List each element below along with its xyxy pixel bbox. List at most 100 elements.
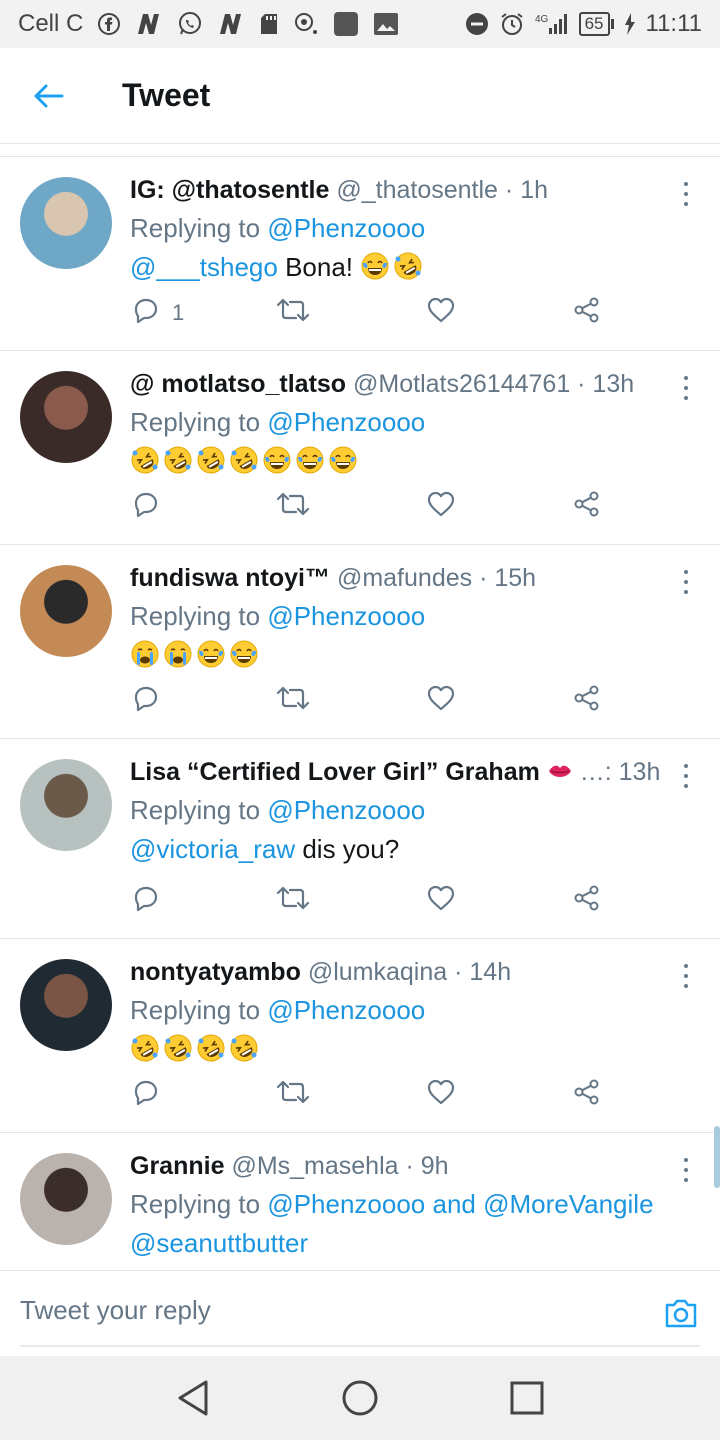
reply-button[interactable] bbox=[132, 1078, 172, 1112]
like-button[interactable] bbox=[426, 490, 456, 524]
tweet-body: @___tshego Bona! bbox=[130, 247, 660, 287]
share-icon bbox=[573, 884, 601, 918]
display-name[interactable]: Lisa “Certified Lover Girl” Graham bbox=[130, 758, 540, 786]
sob-emoji-icon bbox=[131, 640, 159, 668]
reply-input[interactable]: Tweet your reply bbox=[20, 1295, 211, 1326]
tweet-reply[interactable]: Lisa “Certified Lover Girl” Graham …: 13… bbox=[0, 739, 720, 939]
n-app-icon-2 bbox=[217, 12, 245, 36]
more-options-button[interactable] bbox=[676, 961, 696, 991]
user-handle[interactable]: @Motlats26144761 bbox=[353, 370, 570, 398]
display-name[interactable]: nontyatyambo bbox=[130, 958, 301, 986]
reply-composer: Tweet your reply bbox=[0, 1270, 720, 1356]
tweet-reply[interactable]: nontyatyambo @lumkaqina · 14h Replying t… bbox=[0, 939, 720, 1133]
heart-icon bbox=[426, 296, 456, 330]
tweet-reply[interactable]: IG: @thatosentle @_thatosentle · 1h Repl… bbox=[0, 157, 720, 351]
replying-to-mention[interactable]: @Phenzoooo bbox=[267, 407, 425, 437]
tweet-header: nontyatyambo @lumkaqina · 14h bbox=[130, 958, 512, 986]
retweet-button[interactable] bbox=[276, 490, 310, 524]
tweet-actions: 1 bbox=[130, 296, 610, 330]
replying-to-mention[interactable]: @Phenzoooo bbox=[267, 995, 425, 1025]
user-handle[interactable]: @_thatosentle bbox=[336, 176, 498, 204]
reply-input-underline bbox=[20, 1345, 700, 1347]
reply-icon bbox=[132, 296, 160, 330]
avatar[interactable] bbox=[20, 1153, 112, 1245]
user-handle[interactable]: @Ms_masehla bbox=[231, 1152, 398, 1180]
retweet-button[interactable] bbox=[276, 296, 310, 330]
tweet-body: @seanuttbutter bbox=[130, 1223, 660, 1263]
rofl-emoji-icon bbox=[197, 446, 225, 474]
nav-recents-button[interactable] bbox=[497, 1368, 557, 1428]
replying-to: Replying to @Phenzoooo and @MoreVangile bbox=[130, 1189, 654, 1219]
body-mention[interactable]: @victoria_raw bbox=[130, 834, 295, 864]
retweet-button[interactable] bbox=[276, 884, 310, 918]
rofl-emoji-icon bbox=[230, 446, 258, 474]
tweet-header: IG: @thatosentle @_thatosentle · 1h bbox=[130, 176, 548, 204]
share-button[interactable] bbox=[573, 884, 601, 918]
reply-count: 1 bbox=[172, 300, 185, 325]
tweet-reply[interactable]: Grannie @Ms_masehla · 9h Replying to @Ph… bbox=[0, 1133, 720, 1270]
body-mention[interactable]: @___tshego bbox=[130, 252, 278, 282]
replies-feed[interactable]: IG: @thatosentle @_thatosentle · 1h Repl… bbox=[0, 157, 720, 1270]
replying-to-mention[interactable]: @Phenzoooo bbox=[267, 795, 425, 825]
tweet-header: fundiswa ntoyi™ @mafundes · 15h bbox=[130, 564, 537, 592]
retweet-button[interactable] bbox=[276, 684, 310, 718]
tweet-actions bbox=[130, 884, 610, 918]
replying-to: Replying to @Phenzoooo bbox=[130, 601, 426, 631]
sd-card-icon bbox=[259, 12, 279, 36]
facebook-icon bbox=[97, 12, 121, 36]
replying-to-mention[interactable]: @Phenzoooo bbox=[267, 601, 425, 631]
more-options-button[interactable] bbox=[676, 1155, 696, 1185]
more-options-button[interactable] bbox=[676, 567, 696, 597]
svg-text:4G: 4G bbox=[535, 14, 549, 25]
body-mention[interactable]: @seanuttbutter bbox=[130, 1228, 308, 1258]
replying-to: Replying to @Phenzoooo bbox=[130, 407, 426, 437]
more-options-button[interactable] bbox=[676, 761, 696, 791]
tweet-reply[interactable]: fundiswa ntoyi™ @mafundes · 15h Replying… bbox=[0, 545, 720, 739]
like-button[interactable] bbox=[426, 1078, 456, 1112]
replying-to-mention[interactable]: @Phenzoooo bbox=[267, 213, 425, 243]
heart-icon bbox=[426, 1078, 456, 1112]
like-button[interactable] bbox=[426, 684, 456, 718]
user-handle[interactable]: @lumkaqina bbox=[308, 958, 447, 986]
avatar[interactable] bbox=[20, 371, 112, 463]
nav-back-button[interactable] bbox=[163, 1368, 223, 1428]
like-button[interactable] bbox=[426, 296, 456, 330]
tweet-body bbox=[130, 1029, 660, 1069]
joy-emoji-icon bbox=[197, 640, 225, 668]
share-button[interactable] bbox=[573, 684, 601, 718]
display-name[interactable]: @ motlatso_tlatso bbox=[130, 370, 346, 398]
tweet-reply[interactable]: @ motlatso_tlatso @Motlats26144761 · 13h… bbox=[0, 351, 720, 545]
reply-button[interactable]: 1 bbox=[132, 296, 184, 330]
back-button[interactable] bbox=[0, 48, 96, 144]
avatar[interactable] bbox=[20, 959, 112, 1051]
user-handle[interactable]: @mafundes bbox=[337, 564, 472, 592]
more-options-button[interactable] bbox=[676, 179, 696, 209]
avatar[interactable] bbox=[20, 759, 112, 851]
like-button[interactable] bbox=[426, 884, 456, 918]
reply-button[interactable] bbox=[132, 490, 172, 524]
clock: 11:11 bbox=[645, 10, 703, 37]
share-icon bbox=[573, 684, 601, 718]
share-button[interactable] bbox=[573, 1078, 601, 1112]
display-name[interactable]: fundiswa ntoyi™ bbox=[130, 564, 330, 592]
display-name[interactable]: Grannie bbox=[130, 1152, 224, 1180]
nav-home-button[interactable] bbox=[330, 1368, 390, 1428]
retweet-button[interactable] bbox=[276, 1078, 310, 1112]
camera-button[interactable] bbox=[664, 1297, 698, 1334]
replying-to-mention[interactable]: @Phenzoooo and @MoreVangile bbox=[267, 1189, 653, 1219]
timestamp: 1h bbox=[520, 176, 548, 204]
display-name[interactable]: IG: @thatosentle bbox=[130, 176, 329, 204]
tweet-header: Grannie @Ms_masehla · 9h bbox=[130, 1152, 449, 1180]
reply-button[interactable] bbox=[132, 684, 172, 718]
avatar[interactable] bbox=[20, 565, 112, 657]
share-button[interactable] bbox=[573, 490, 601, 524]
share-button[interactable] bbox=[573, 296, 601, 330]
reply-button[interactable] bbox=[132, 884, 172, 918]
scrollbar[interactable] bbox=[714, 1126, 720, 1188]
joy-emoji-icon bbox=[263, 446, 291, 474]
body-text: dis you? bbox=[295, 834, 400, 864]
joy-emoji-icon bbox=[296, 446, 324, 474]
avatar[interactable] bbox=[20, 177, 112, 269]
more-options-button[interactable] bbox=[676, 373, 696, 403]
retweet-icon bbox=[276, 684, 310, 718]
